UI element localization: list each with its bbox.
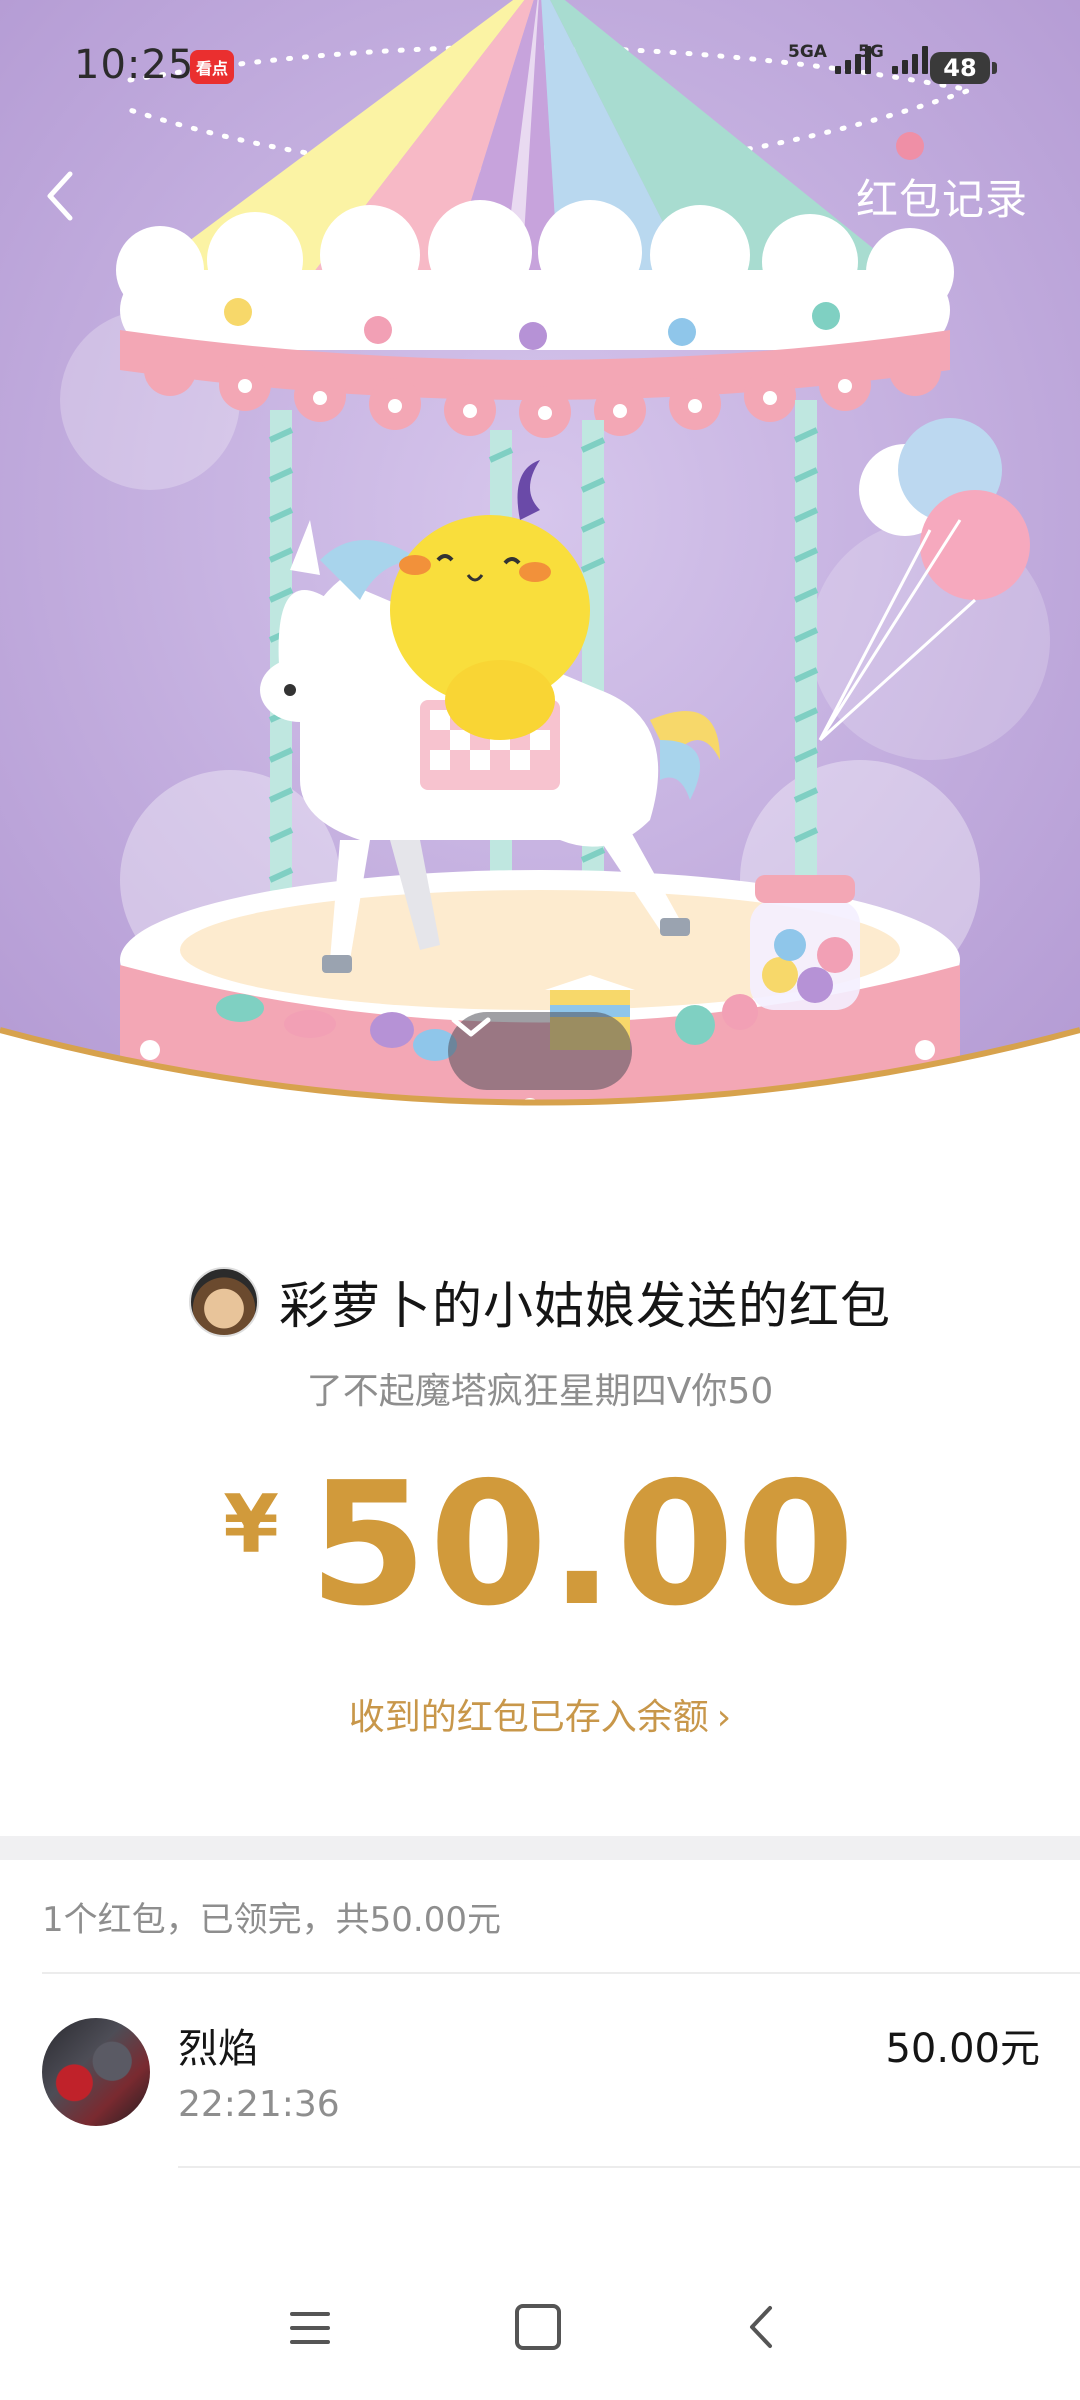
currency-symbol: ¥	[223, 1478, 279, 1571]
red-packet-detail-screen: 10:25 看点 5GA 5G 48 红包记录 彩萝卜的小姑娘发送的红包 了不起…	[0, 0, 1080, 2400]
signal-5g-label: 5G	[858, 42, 884, 62]
back-icon[interactable]	[742, 2302, 782, 2352]
menu-icon[interactable]	[290, 2308, 330, 2348]
expand-illustration-button[interactable]	[448, 1012, 632, 1090]
divider-line	[178, 2166, 1080, 2168]
red-packet-records-link[interactable]: 红包记录	[856, 166, 1028, 227]
packet-amount: 50.00	[308, 1446, 857, 1644]
receiver-name: 烈焰	[178, 2026, 258, 2072]
status-bar: 10:25 看点 5GA 5G 48	[0, 0, 1080, 140]
receiver-avatar[interactable]	[42, 2018, 150, 2126]
signal-5ga-label: 5GA	[788, 42, 827, 62]
chevron-down-icon	[451, 1017, 491, 1037]
receiver-amount: 50.00元	[885, 2026, 1040, 2072]
back-button[interactable]	[36, 160, 86, 230]
signal-5g-icon: 5G	[858, 42, 928, 74]
receiver-time: 22:21:36	[178, 2084, 340, 2125]
section-divider	[0, 1836, 1080, 1860]
deposit-balance-link[interactable]: 收到的红包已存入余额 ›	[0, 1688, 1080, 1740]
chevron-right-icon: ›	[716, 1697, 732, 1738]
packet-greeting: 了不起魔塔疯狂星期四V你50	[306, 1371, 774, 1412]
sender-row: 彩萝卜的小姑娘发送的红包	[0, 1266, 1080, 1338]
list-item[interactable]: 烈焰 22:21:36 50.00元	[0, 2000, 1080, 2160]
sender-title: 彩萝卜的小姑娘发送的红包	[279, 1277, 891, 1335]
claims-summary: 1个红包，已领完，共50.00元	[42, 1900, 501, 1940]
battery-icon: 48	[930, 52, 990, 84]
news-app-icon: 看点	[190, 50, 234, 84]
battery-tip	[992, 62, 997, 74]
sender-avatar[interactable]	[189, 1267, 259, 1337]
amount-display: ¥ 50.00	[0, 1460, 1080, 1630]
chevron-left-icon	[47, 171, 73, 221]
deposit-link-label: 收到的红包已存入余额	[348, 1697, 709, 1738]
system-nav-bar	[0, 2290, 1080, 2370]
home-icon[interactable]	[515, 2304, 561, 2350]
carousel-illustration: 10:25 看点 5GA 5G 48 红包记录	[0, 0, 1080, 1140]
status-time: 10:25	[74, 42, 195, 88]
divider-line	[42, 1972, 1080, 1974]
